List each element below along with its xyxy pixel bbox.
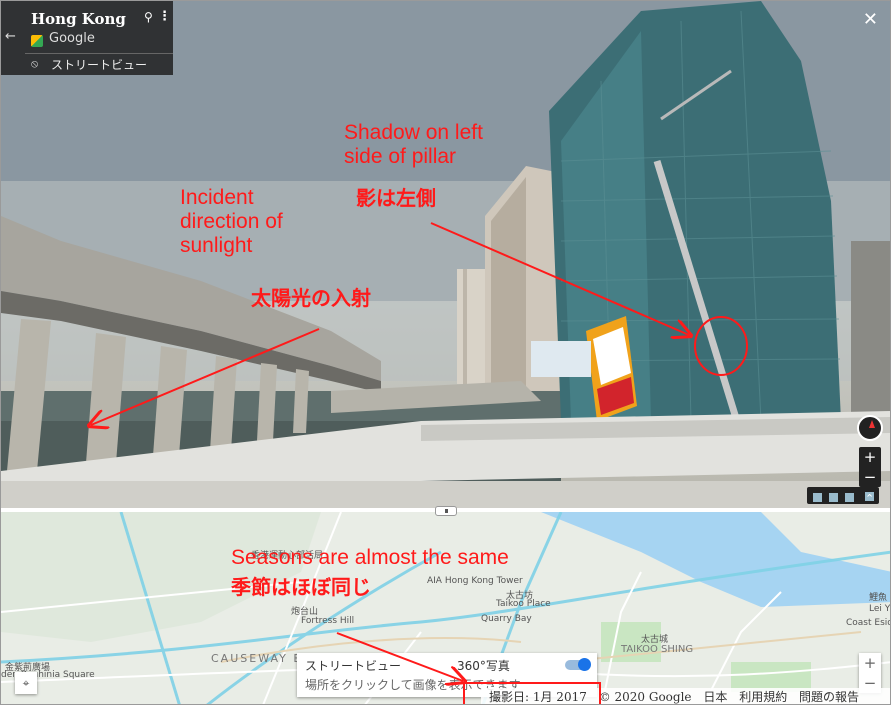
provider-label: Google (49, 31, 95, 46)
map-label-taikoo-jp: 太古城 (641, 635, 669, 645)
thumbnail[interactable] (845, 493, 854, 502)
sunlight-label-line1: Incident (180, 186, 254, 209)
street-view-panorama[interactable]: ← Hong Kong ⚲ ⋮ Google ⦸ ストリートビュー ✕ + − … (1, 1, 890, 508)
street-view-layer-label[interactable]: ストリートビュー (305, 657, 401, 674)
place-title: Hong Kong (31, 10, 126, 28)
thumbnail[interactable] (829, 493, 838, 502)
thumbnail[interactable] (813, 493, 822, 502)
terms-link[interactable]: 利用規約 (739, 690, 787, 704)
sunlight-label-jp: 太陽光の入射 (251, 288, 371, 310)
shadow-label-line2: side of pillar (344, 145, 457, 169)
map-label-taikoo-jp2: 太古坊 (506, 591, 534, 601)
pano-zoom-in-button[interactable]: + (859, 447, 881, 467)
expand-chevron-icon[interactable]: ⌃ (865, 492, 874, 505)
map-zoom-control: + − (859, 653, 881, 693)
compass-icon[interactable] (857, 415, 883, 441)
map-footer: 撮影日: 1月 2017 © 2020 Google 日本 利用規約 問題の報告 (481, 688, 890, 704)
region-link[interactable]: 日本 (703, 690, 727, 704)
map-label-lei-yue: Lei Yu (869, 604, 890, 614)
map-label-quarry-bay[interactable]: Quarry Bay (481, 614, 532, 624)
map-label-taikoo-shing: TAIKOO SHING (621, 644, 694, 655)
map-label-aia[interactable]: AIA Hong Kong Tower (427, 576, 523, 586)
google-logo-icon (31, 35, 43, 47)
pin-icon[interactable]: ⚲ (144, 10, 153, 24)
seasons-label-jp: 季節はほぼ同じ (231, 577, 371, 599)
my-location-icon[interactable]: ⌖ (15, 672, 37, 694)
map-label-gao-jp: 鯉魚 (869, 593, 888, 603)
sunlight-label: Incident direction of sunlight (180, 186, 283, 258)
sunlight-label-line3: sunlight (180, 234, 253, 258)
back-arrow-icon[interactable]: ← (5, 29, 16, 44)
screenshot: ← Hong Kong ⚲ ⋮ Google ⦸ ストリートビュー ✕ + − … (0, 0, 891, 705)
copyright: © 2020 Google (598, 690, 692, 704)
shadow-label-jp: 影は左側 (356, 188, 436, 210)
card-divider (25, 53, 173, 54)
close-icon[interactable]: ✕ (863, 9, 878, 30)
street-scene (1, 1, 890, 508)
more-menu-icon[interactable]: ⋮ (158, 9, 171, 24)
pegman-handle[interactable] (435, 506, 457, 516)
photo-thumbnails-strip[interactable]: ⌃ (807, 487, 879, 505)
map-label-fortress-hill[interactable]: Fortress Hill (301, 616, 354, 626)
map-label-coast: Coast Eside (846, 618, 890, 628)
photo-360-layer-label[interactable]: 360°写真 (457, 657, 510, 674)
street-view-mode-icon: ⦸ (31, 57, 39, 70)
report-link[interactable]: 問題の報告 (799, 690, 859, 704)
layer-toggle[interactable] (565, 658, 591, 671)
pano-zoom-control: + − (859, 447, 881, 487)
place-info-card: ← Hong Kong ⚲ ⋮ Google ⦸ ストリートビュー (1, 1, 173, 75)
sunlight-label-line2: direction of (180, 210, 283, 234)
mode-label: ストリートビュー (51, 58, 148, 72)
shadow-label-line1: Shadow on left (344, 121, 483, 144)
shadow-label: Shadow on left side of pillar (344, 121, 483, 169)
capture-date: 撮影日: 1月 2017 (489, 690, 587, 704)
map-label-fortress-jp[interactable]: 炮台山 (291, 604, 318, 617)
billboard (531, 341, 591, 377)
map-zoom-in-button[interactable]: + (859, 653, 881, 673)
pano-zoom-out-button[interactable]: − (859, 467, 881, 487)
seasons-label: Seasons are almost the same (231, 546, 509, 569)
